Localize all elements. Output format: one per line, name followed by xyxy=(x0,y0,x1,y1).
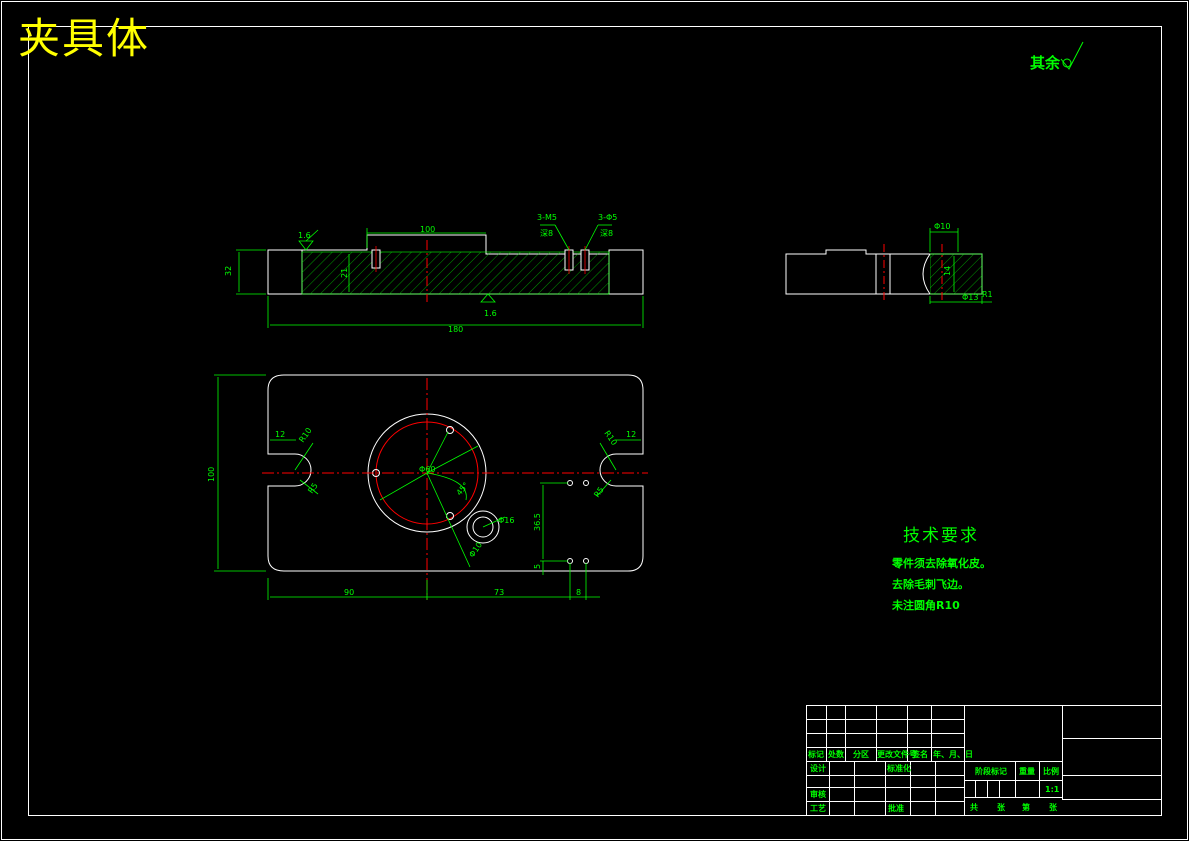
technical-requirements-list: 零件须去除氧化皮。 去除毛刺飞边。 未注圆角R10 xyxy=(892,553,991,616)
plan-dim-phi16: Φ16 xyxy=(498,516,514,525)
plan-dim-r10-right: R10 xyxy=(602,429,618,447)
sheet-title: 夹具体 xyxy=(18,14,151,63)
tb-header-mark: 标记 xyxy=(807,749,824,759)
side-dim-r1: R1 xyxy=(982,290,993,299)
dim-180: 180 xyxy=(448,325,463,334)
tb-weight: 重量 xyxy=(1019,766,1035,776)
plan-dim-12-left: 12 xyxy=(275,430,285,439)
tb-scale-value: 1:1 xyxy=(1045,785,1060,794)
tb-sheets-total: 共 xyxy=(970,802,978,812)
plan-dim-r10-left: R10 xyxy=(297,426,313,444)
tb-sheets-no: 第 xyxy=(1022,802,1030,812)
cad-drawing: 180 32 21 100 1.6 1.6 3-M5 深8 3-Φ5 深8 Φ1… xyxy=(1,1,1188,840)
dim-100: 100 xyxy=(420,225,435,234)
side-dim-phi13: Φ13 xyxy=(962,293,978,302)
tb-header-count: 处数 xyxy=(827,749,845,759)
plan-view: 100 12 12 R10 R10 R5 R5 Φ60 45° Φ16 Φ10 … xyxy=(207,374,648,600)
side-dim-14: 14 xyxy=(943,266,952,276)
plan-dim-r5-right: R5 xyxy=(592,485,605,499)
roughness-bottom: 1.6 xyxy=(484,309,497,318)
title-block xyxy=(806,705,1162,816)
tb-standard: 标准化 xyxy=(886,763,911,773)
tech-req-item: 未注圆角R10 xyxy=(892,599,960,612)
tb-header-zone: 分区 xyxy=(853,749,869,759)
tb-approve: 批准 xyxy=(888,803,904,813)
plan-dim-90: 90 xyxy=(344,588,354,597)
tb-review: 审核 xyxy=(810,789,826,799)
tb-design: 设计 xyxy=(810,763,826,773)
plan-dim-phi60: Φ60 xyxy=(419,465,435,474)
side-dim-phi10: Φ10 xyxy=(934,222,950,231)
plan-dim-8: 8 xyxy=(576,588,581,597)
tb-sheets-unit2: 张 xyxy=(1049,803,1058,812)
roughness-symbol-icon xyxy=(1060,41,1084,70)
tb-header-sign: 签名 xyxy=(911,749,928,759)
plan-dim-73: 73 xyxy=(494,588,504,597)
tb-header-date: 年、月、日 xyxy=(933,749,973,759)
technical-requirements-heading: 技术要求 xyxy=(903,526,979,546)
roughness-top: 1.6 xyxy=(298,231,311,240)
front-section-view: 180 32 21 100 1.6 1.6 3-M5 深8 3-Φ5 深8 xyxy=(224,213,644,334)
plan-dim-5: 5 xyxy=(533,564,542,569)
plan-dim-45: 45° xyxy=(455,481,471,498)
front-top-profile xyxy=(302,234,609,255)
plan-dim-r5-left: R5 xyxy=(306,481,319,495)
tb-scale: 比例 xyxy=(1043,766,1059,776)
plan-dim-36: 36.5 xyxy=(533,513,542,531)
note-3phi5: 3-Φ5 xyxy=(598,213,617,222)
note-3phi5-depth: 深8 xyxy=(600,229,613,238)
tech-req-item: 去除毛刺飞边。 xyxy=(892,578,969,591)
dim-32: 32 xyxy=(224,266,233,276)
side-view: Φ10 14 Φ13 R1 xyxy=(785,222,993,304)
tech-req-item: 零件须去除氧化皮。 xyxy=(892,557,991,570)
outer-frame xyxy=(1,1,1188,840)
inner-frame xyxy=(28,26,1162,816)
note-3m5: 3-M5 xyxy=(537,213,557,222)
dim-21: 21 xyxy=(340,268,349,278)
tb-sheets-unit1: 张 xyxy=(997,803,1006,812)
plan-dim-12-right: 12 xyxy=(626,430,636,439)
tb-process: 工艺 xyxy=(810,803,826,813)
plan-dim-100: 100 xyxy=(207,467,216,482)
note-3m5-depth: 深8 xyxy=(540,229,553,238)
tb-stage-mark: 阶段标记 xyxy=(975,766,1007,776)
tb-header-doc: 更改文件号 xyxy=(877,749,917,759)
roughness-note: 其余 xyxy=(1030,54,1061,72)
